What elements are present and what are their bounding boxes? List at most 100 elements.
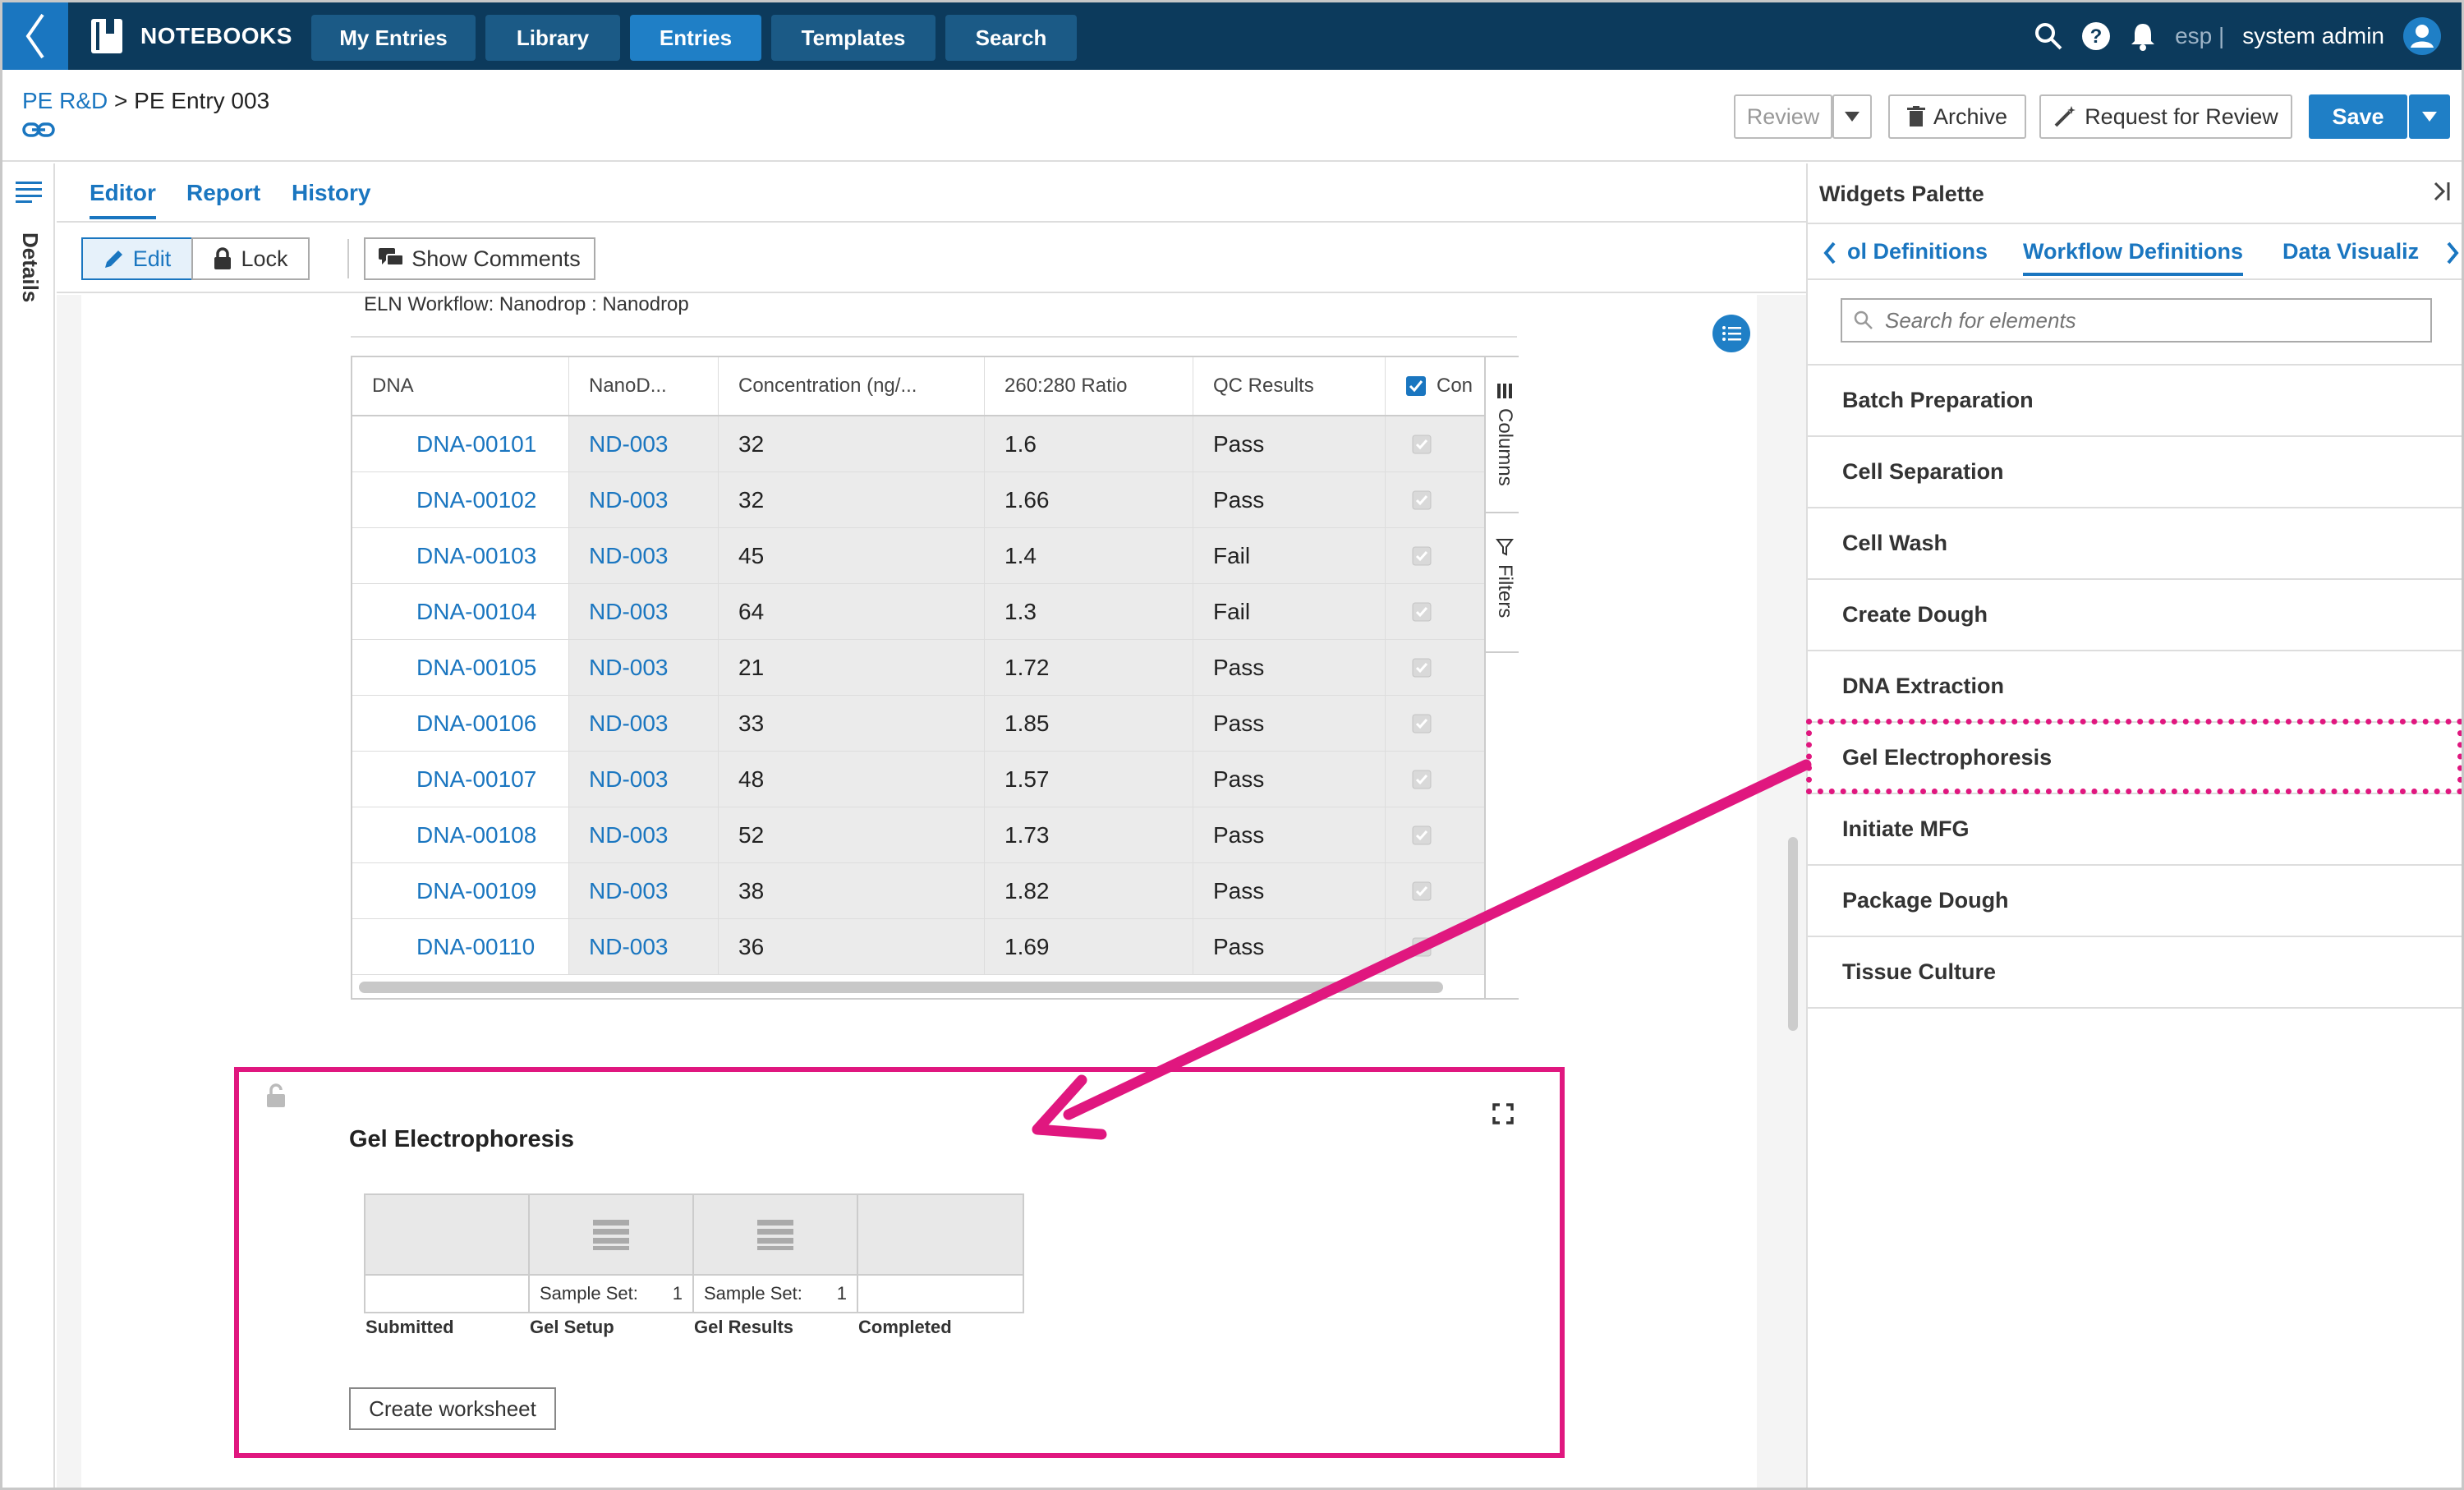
column-header-ratio[interactable]: 260:280 Ratio [985, 357, 1193, 415]
cell-complete-checkbox[interactable] [1386, 863, 1486, 918]
cell-dna[interactable]: DNA-00110 [352, 919, 569, 974]
breadcrumb-parent-link[interactable]: PE R&D [22, 88, 108, 113]
cell-complete-checkbox[interactable] [1386, 584, 1486, 639]
columns-tool-tab[interactable]: Columns [1486, 366, 1519, 513]
avatar-icon[interactable] [2402, 16, 2442, 56]
palette-search[interactable] [1841, 298, 2432, 343]
cell-dna[interactable]: DNA-00101 [352, 416, 569, 471]
cell-nanodrop[interactable]: ND-003 [569, 807, 719, 862]
table-row[interactable]: DNA-00103 ND-003 45 1.4 Fail [352, 528, 1486, 584]
menu-lines-icon[interactable] [16, 180, 42, 203]
stage-cell-gel-results[interactable] [694, 1195, 858, 1274]
palette-item[interactable]: Cell Wash [1808, 508, 2462, 580]
table-row[interactable]: DNA-00107 ND-003 48 1.57 Pass [352, 752, 1486, 807]
stage-cell-gel-setup[interactable] [530, 1195, 694, 1274]
cell-nanodrop[interactable]: ND-003 [569, 752, 719, 807]
stage-cell-completed[interactable] [858, 1195, 1023, 1274]
archive-button[interactable]: Archive [1888, 94, 2026, 139]
chevron-right-icon[interactable] [2443, 241, 2462, 265]
cell-dna[interactable]: DNA-00102 [352, 472, 569, 527]
palette-item[interactable]: Package Dough [1808, 866, 2462, 937]
outline-button[interactable] [1712, 315, 1750, 352]
collapse-panel-icon[interactable] [2430, 180, 2453, 203]
cell-dna[interactable]: DNA-00107 [352, 752, 569, 807]
table-row[interactable]: DNA-00105 ND-003 21 1.72 Pass [352, 640, 1486, 696]
review-button[interactable]: Review [1734, 94, 1832, 139]
table-row[interactable]: DNA-00106 ND-003 33 1.85 Pass [352, 696, 1486, 752]
lock-button[interactable]: Lock [191, 237, 310, 280]
column-header-qc-results[interactable]: QC Results [1193, 357, 1386, 415]
cell-complete-checkbox[interactable] [1386, 807, 1486, 862]
palette-item[interactable]: Batch Preparation [1808, 366, 2462, 437]
cell-dna[interactable]: DNA-00103 [352, 528, 569, 583]
filters-tool-tab[interactable]: Filters [1486, 522, 1519, 653]
cell-nanodrop[interactable]: ND-003 [569, 472, 719, 527]
nav-library[interactable]: Library [485, 15, 620, 61]
cell-nanodrop[interactable]: ND-003 [569, 416, 719, 471]
nav-entries[interactable]: Entries [630, 15, 761, 61]
cell-nanodrop[interactable]: ND-003 [569, 528, 719, 583]
cell-nanodrop[interactable]: ND-003 [569, 640, 719, 695]
search-icon[interactable] [2034, 21, 2063, 51]
palette-search-input[interactable] [1885, 307, 2411, 333]
table-row[interactable]: DNA-00102 ND-003 32 1.66 Pass [352, 472, 1486, 528]
horizontal-scrollbar[interactable] [359, 982, 1443, 993]
cell-complete-checkbox[interactable] [1386, 919, 1486, 974]
details-panel-toggle[interactable]: Details [17, 232, 43, 302]
palette-tab-data-visualization[interactable]: Data Visualiz [2282, 239, 2439, 264]
cell-dna[interactable]: DNA-00105 [352, 640, 569, 695]
vertical-scrollbar[interactable] [1788, 837, 1798, 1031]
cell-nanodrop[interactable]: ND-003 [569, 696, 719, 751]
expand-icon[interactable] [1492, 1103, 1514, 1124]
tab-editor[interactable]: Editor [90, 180, 156, 219]
nav-search[interactable]: Search [945, 15, 1077, 61]
cell-dna[interactable]: DNA-00106 [352, 696, 569, 751]
create-worksheet-button[interactable]: Create worksheet [349, 1387, 556, 1430]
user-name[interactable]: system admin [2242, 23, 2384, 49]
column-header-nanodrop[interactable]: NanoD... [569, 357, 719, 415]
back-button[interactable] [2, 2, 68, 70]
request-review-button[interactable]: Request for Review [2039, 94, 2292, 139]
palette-item[interactable]: Tissue Culture [1808, 937, 2462, 1009]
review-dropdown-button[interactable] [1832, 94, 1872, 139]
palette-tab-protocol-definitions[interactable]: ol Definitions [1847, 239, 1988, 264]
save-button[interactable]: Save [2309, 94, 2407, 139]
cell-complete-checkbox[interactable] [1386, 752, 1486, 807]
palette-item[interactable]: Initiate MFG [1808, 794, 2462, 866]
header-checkbox-icon[interactable] [1405, 375, 1427, 397]
table-row[interactable]: DNA-00110 ND-003 36 1.69 Pass [352, 919, 1486, 975]
cell-complete-checkbox[interactable] [1386, 416, 1486, 471]
edit-button[interactable]: Edit [81, 237, 193, 280]
unlock-icon[interactable] [265, 1083, 287, 1108]
cell-nanodrop[interactable]: ND-003 [569, 584, 719, 639]
palette-item[interactable]: Cell Separation [1808, 437, 2462, 508]
palette-tab-workflow-definitions[interactable]: Workflow Definitions [2023, 239, 2243, 276]
table-row[interactable]: DNA-00104 ND-003 64 1.3 Fail [352, 584, 1486, 640]
palette-item[interactable]: Create Dough [1808, 580, 2462, 651]
cell-nanodrop[interactable]: ND-003 [569, 919, 719, 974]
cell-complete-checkbox[interactable] [1386, 472, 1486, 527]
cell-dna[interactable]: DNA-00108 [352, 807, 569, 862]
language-selector[interactable]: esp | [2175, 23, 2224, 49]
cell-nanodrop[interactable]: ND-003 [569, 863, 719, 918]
column-header-concentration[interactable]: Concentration (ng/... [719, 357, 985, 415]
nav-my-entries[interactable]: My Entries [311, 15, 476, 61]
table-row[interactable]: DNA-00108 ND-003 52 1.73 Pass [352, 807, 1486, 863]
table-row[interactable]: DNA-00101 ND-003 32 1.6 Pass [352, 416, 1486, 472]
cell-complete-checkbox[interactable] [1386, 640, 1486, 695]
tab-report[interactable]: Report [186, 180, 260, 206]
table-row[interactable]: DNA-00109 ND-003 38 1.82 Pass [352, 863, 1486, 919]
column-header-dna[interactable]: DNA [352, 357, 569, 415]
help-icon[interactable]: ? [2081, 21, 2111, 51]
cell-dna[interactable]: DNA-00104 [352, 584, 569, 639]
palette-item[interactable]: DNA Extraction [1808, 651, 2462, 723]
tab-history[interactable]: History [292, 180, 370, 206]
stage-cell-submitted[interactable] [365, 1195, 530, 1274]
cell-dna[interactable]: DNA-00109 [352, 863, 569, 918]
nav-templates[interactable]: Templates [771, 15, 935, 61]
link-icon[interactable] [22, 119, 55, 140]
show-comments-button[interactable]: Show Comments [364, 237, 595, 280]
cell-complete-checkbox[interactable] [1386, 528, 1486, 583]
brand[interactable]: NOTEBOOKS [88, 17, 292, 55]
save-dropdown-button[interactable] [2409, 94, 2450, 139]
